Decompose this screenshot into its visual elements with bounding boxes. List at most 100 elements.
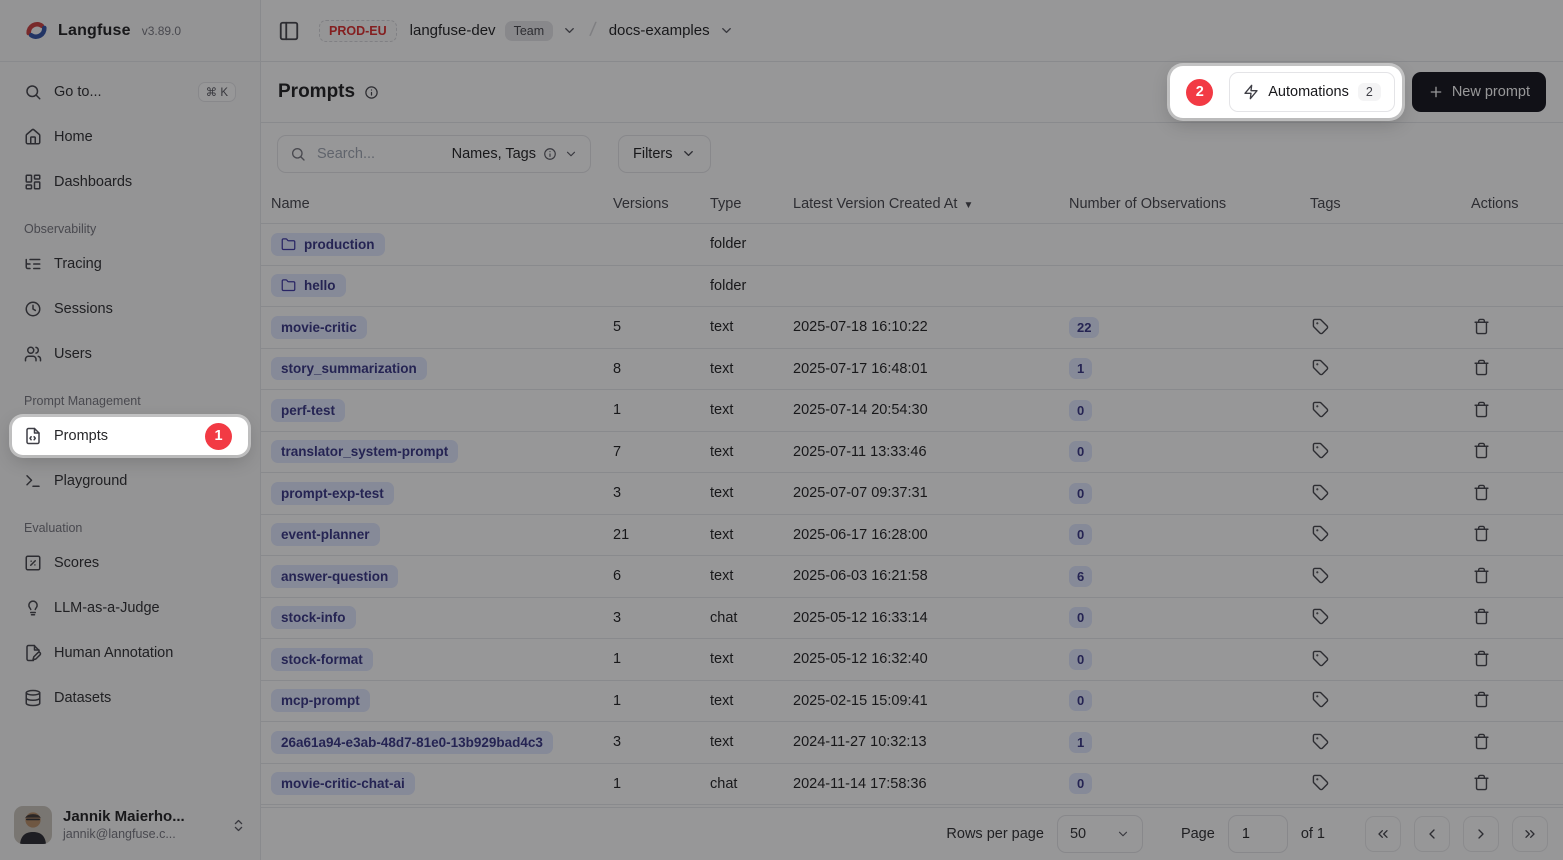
observation-count-badge[interactable]: 6 bbox=[1069, 566, 1092, 587]
delete-prompt-button[interactable] bbox=[1471, 648, 1492, 669]
delete-prompt-button[interactable] bbox=[1471, 316, 1492, 337]
observation-count-badge[interactable]: 1 bbox=[1069, 732, 1092, 753]
prompt-name-pill[interactable]: translator_system-prompt bbox=[271, 440, 458, 463]
tags-button[interactable] bbox=[1310, 399, 1331, 420]
delete-prompt-button[interactable] bbox=[1471, 523, 1492, 544]
rows-per-page-select[interactable]: 50 bbox=[1057, 815, 1143, 853]
prompt-name-pill[interactable]: 26a61a94-e3ab-48d7-81e0-13b929bad4c3 bbox=[271, 731, 553, 754]
sidebar-item-llm-as-a-judge[interactable]: LLM-as-a-Judge bbox=[12, 589, 248, 627]
observation-count-badge[interactable]: 0 bbox=[1069, 607, 1092, 628]
folder-name-pill[interactable]: production bbox=[271, 233, 385, 256]
user-menu[interactable]: Jannik Maierho... jannik@langfuse.c... bbox=[0, 794, 260, 860]
table-row[interactable]: prompt-exp-test3text2025-07-07 09:37:310 bbox=[261, 473, 1563, 515]
table-row[interactable]: event-planner21text2025-06-17 16:28:000 bbox=[261, 515, 1563, 557]
prompt-name-pill[interactable]: stock-info bbox=[271, 606, 356, 629]
prompt-name-pill[interactable]: prompt-exp-test bbox=[271, 482, 394, 505]
sidebar-item-prompts[interactable]: Prompts1 bbox=[12, 417, 248, 455]
column-header-number-of-observations[interactable]: Number of Observations bbox=[1069, 196, 1310, 212]
tags-button[interactable] bbox=[1310, 689, 1331, 710]
table-row[interactable]: story_summarization8text2025-07-17 16:48… bbox=[261, 349, 1563, 391]
page-number-input[interactable] bbox=[1228, 815, 1288, 853]
table-row[interactable]: hellofolder bbox=[261, 266, 1563, 308]
prompt-name-pill[interactable]: movie-critic-chat-ai bbox=[271, 772, 415, 795]
sidebar-item-users[interactable]: Users bbox=[12, 335, 248, 373]
sidebar-item-human-annotation[interactable]: Human Annotation bbox=[12, 634, 248, 672]
prompt-name-pill[interactable]: mcp-prompt bbox=[271, 689, 370, 712]
tags-button[interactable] bbox=[1310, 316, 1331, 337]
prompt-name-pill[interactable]: stock-format bbox=[271, 648, 373, 671]
last-page-button[interactable] bbox=[1512, 816, 1548, 852]
search-input[interactable] bbox=[315, 145, 443, 163]
delete-prompt-button[interactable] bbox=[1471, 357, 1492, 378]
column-header-actions[interactable]: Actions bbox=[1471, 196, 1563, 212]
tags-button[interactable] bbox=[1310, 772, 1331, 793]
prompt-name-pill[interactable]: perf-test bbox=[271, 399, 345, 422]
observation-count-badge[interactable]: 0 bbox=[1069, 773, 1092, 794]
sidebar-item-dashboards[interactable]: Dashboards bbox=[12, 163, 248, 201]
tags-button[interactable] bbox=[1310, 440, 1331, 461]
column-header-name[interactable]: Name bbox=[271, 196, 613, 212]
page-info-button[interactable] bbox=[364, 85, 379, 100]
search-scope-select[interactable]: Names, Tags bbox=[452, 146, 578, 162]
sidebar-toggle-button[interactable] bbox=[278, 20, 300, 42]
delete-prompt-button[interactable] bbox=[1471, 606, 1492, 627]
observation-count-badge[interactable]: 1 bbox=[1069, 358, 1092, 379]
observation-count-badge[interactable]: 0 bbox=[1069, 690, 1092, 711]
sidebar-item-datasets[interactable]: Datasets bbox=[12, 679, 248, 717]
tags-button[interactable] bbox=[1310, 565, 1331, 586]
sidebar-item-goto[interactable]: Go to...⌘ K bbox=[12, 73, 248, 111]
tags-button[interactable] bbox=[1310, 606, 1331, 627]
automations-button[interactable]: Automations 2 bbox=[1229, 72, 1395, 112]
prompt-name-pill[interactable]: movie-critic bbox=[271, 316, 367, 339]
folder-name-pill[interactable]: hello bbox=[271, 274, 346, 297]
delete-prompt-button[interactable] bbox=[1471, 689, 1492, 710]
sidebar-item-sessions[interactable]: Sessions bbox=[12, 290, 248, 328]
observation-count-badge[interactable]: 22 bbox=[1069, 317, 1099, 338]
tags-button[interactable] bbox=[1310, 357, 1331, 378]
observation-count-badge[interactable]: 0 bbox=[1069, 441, 1092, 462]
table-row[interactable]: movie-critic5text2025-07-18 16:10:2222 bbox=[261, 307, 1563, 349]
column-header-tags[interactable]: Tags bbox=[1310, 196, 1471, 212]
environment-badge[interactable]: PROD-EU bbox=[319, 20, 397, 42]
next-page-button[interactable] bbox=[1463, 816, 1499, 852]
column-header-type[interactable]: Type bbox=[710, 196, 793, 212]
observation-count-badge[interactable]: 0 bbox=[1069, 524, 1092, 545]
prompt-name-pill[interactable]: story_summarization bbox=[271, 357, 427, 380]
table-row[interactable]: stock-format1text2025-05-12 16:32:400 bbox=[261, 639, 1563, 681]
prompt-name-pill[interactable]: event-planner bbox=[271, 523, 380, 546]
prompt-name-pill[interactable]: answer-question bbox=[271, 565, 398, 588]
tags-button[interactable] bbox=[1310, 523, 1331, 544]
delete-prompt-button[interactable] bbox=[1471, 565, 1492, 586]
table-row[interactable]: mcp-prompt1text2025-02-15 15:09:410 bbox=[261, 681, 1563, 723]
column-header-versions[interactable]: Versions bbox=[613, 196, 710, 212]
breadcrumb-project[interactable]: docs-examples bbox=[609, 22, 734, 39]
tags-button[interactable] bbox=[1310, 731, 1331, 752]
previous-page-button[interactable] bbox=[1414, 816, 1450, 852]
first-page-button[interactable] bbox=[1365, 816, 1401, 852]
sidebar-item-tracing[interactable]: Tracing bbox=[12, 245, 248, 283]
sidebar-item-home[interactable]: Home bbox=[12, 118, 248, 156]
observation-count-badge[interactable]: 0 bbox=[1069, 649, 1092, 670]
tags-button[interactable] bbox=[1310, 648, 1331, 669]
table-row[interactable]: stock-info3chat2025-05-12 16:33:140 bbox=[261, 598, 1563, 640]
table-row[interactable]: answer-question6text2025-06-03 16:21:586 bbox=[261, 556, 1563, 598]
column-header-latest-version-created-at[interactable]: Latest Version Created At▼ bbox=[793, 196, 1069, 212]
table-row[interactable]: perf-test1text2025-07-14 20:54:300 bbox=[261, 390, 1563, 432]
observation-count-badge[interactable]: 0 bbox=[1069, 483, 1092, 504]
sidebar-item-playground[interactable]: Playground bbox=[12, 462, 248, 500]
delete-prompt-button[interactable] bbox=[1471, 440, 1492, 461]
new-prompt-button[interactable]: New prompt bbox=[1412, 72, 1546, 112]
delete-prompt-button[interactable] bbox=[1471, 731, 1492, 752]
tags-button[interactable] bbox=[1310, 482, 1331, 503]
sidebar-item-scores[interactable]: Scores bbox=[12, 544, 248, 582]
table-row[interactable]: productionfolder bbox=[261, 224, 1563, 266]
table-row[interactable]: movie-critic-chat-ai1chat2024-11-14 17:5… bbox=[261, 764, 1563, 806]
delete-prompt-button[interactable] bbox=[1471, 772, 1492, 793]
delete-prompt-button[interactable] bbox=[1471, 399, 1492, 420]
table-row[interactable]: 26a61a94-e3ab-48d7-81e0-13b929bad4c33tex… bbox=[261, 722, 1563, 764]
breadcrumb-organization[interactable]: langfuse-dev Team bbox=[410, 21, 577, 41]
filters-button[interactable]: Filters bbox=[618, 135, 711, 173]
observation-count-badge[interactable]: 0 bbox=[1069, 400, 1092, 421]
table-row[interactable]: translator_system-prompt7text2025-07-11 … bbox=[261, 432, 1563, 474]
delete-prompt-button[interactable] bbox=[1471, 482, 1492, 503]
